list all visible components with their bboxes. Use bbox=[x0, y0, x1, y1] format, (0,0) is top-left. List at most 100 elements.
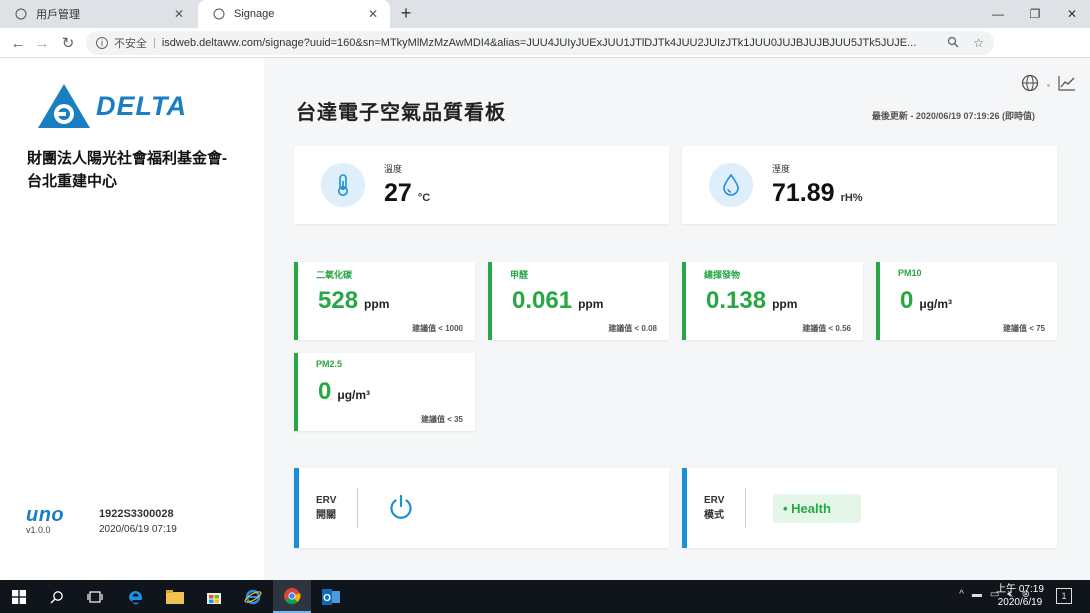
zoom-icon[interactable] bbox=[947, 36, 959, 51]
top-actions bbox=[1021, 74, 1076, 97]
new-tab-button[interactable]: + bbox=[396, 4, 416, 24]
organization-name: 財團法人陽光社會福利基金會-台北重建中心 bbox=[27, 150, 227, 190]
tab-user-management[interactable]: 用戶管理 ✕ bbox=[0, 0, 196, 28]
info-icon[interactable]: i bbox=[96, 37, 108, 49]
erv-label-line2: 開關 bbox=[316, 510, 336, 521]
humidity-card: 溼度 71.89 rH% bbox=[682, 146, 1057, 224]
maximize-button[interactable]: ❐ bbox=[1017, 0, 1053, 28]
taskbar-clock[interactable]: 上午 07:19 2020/6/19 bbox=[990, 583, 1050, 609]
last-update-label: 最後更新 bbox=[871, 111, 908, 121]
metric-unit: μg/m³ bbox=[337, 388, 371, 402]
close-window-button[interactable]: ✕ bbox=[1054, 0, 1090, 28]
metric-value: 0.138 bbox=[706, 287, 767, 314]
outlook-icon[interactable]: O bbox=[312, 580, 350, 613]
search-icon[interactable] bbox=[38, 580, 76, 613]
temperature-label: 溫度 bbox=[384, 164, 403, 174]
store-icon[interactable] bbox=[195, 580, 233, 613]
tab-close-icon[interactable]: ✕ bbox=[172, 7, 186, 21]
windows-start-icon[interactable] bbox=[0, 580, 38, 613]
thermometer-icon bbox=[321, 163, 365, 207]
address-bar[interactable]: i 不安全 | isdweb.deltaww.com/signage?uuid=… bbox=[86, 31, 994, 55]
temperature-unit: °C bbox=[417, 192, 431, 204]
back-arrow-icon[interactable]: ← bbox=[8, 33, 28, 53]
divider bbox=[357, 488, 358, 528]
url-text[interactable]: isdweb.deltaww.com/signage?uuid=160&sn=M… bbox=[162, 37, 933, 49]
security-label: 不安全 bbox=[114, 38, 147, 50]
task-view-icon[interactable] bbox=[76, 580, 114, 613]
windows-taskbar: O ^ ▬ ▭ 🔇︎ ⊗ 上午 07:19 2020/6/19 1 bbox=[0, 580, 1090, 613]
metric-value: 528 bbox=[318, 287, 359, 314]
globe-icon bbox=[212, 7, 226, 21]
erv-label-line1: ERV bbox=[316, 495, 337, 506]
metric-value: 0 bbox=[318, 378, 332, 405]
clock-date: 2020/6/19 bbox=[997, 597, 1043, 608]
metric-suggestion: 建議值 < 0.08 bbox=[608, 324, 657, 333]
file-explorer-icon[interactable] bbox=[156, 580, 194, 613]
last-update: 最後更新 - 2020/06/19 07:19:26 (即時值) bbox=[872, 109, 1035, 122]
delta-triangle-icon bbox=[38, 84, 90, 128]
metric-card-tvoc: 總揮發物 0.138 ppm 建議值 < 0.56 bbox=[682, 262, 863, 340]
minimize-button[interactable]: — bbox=[980, 0, 1016, 28]
erv-mode-status-badge[interactable]: • Health bbox=[773, 494, 861, 523]
metric-label: 總揮發物 bbox=[704, 270, 741, 280]
metric-card-pm25: PM2.5 0 μg/m³ 建議值 < 35 bbox=[294, 353, 475, 431]
network-icon[interactable]: ▬ bbox=[972, 589, 982, 600]
metric-label: PM2.5 bbox=[316, 359, 343, 369]
logo-text: DELTA bbox=[96, 90, 187, 121]
clock-time: 上午 07:19 bbox=[996, 584, 1044, 595]
uno-branding: uno v1.0.0 bbox=[26, 504, 64, 535]
bookmark-star-icon[interactable]: ☆ bbox=[973, 36, 984, 50]
metric-value: 0.061 bbox=[512, 287, 573, 314]
page-title: 台達電子空氣品質看板 bbox=[296, 102, 506, 124]
metric-label: 二氧化碳 bbox=[316, 270, 353, 280]
temperature-value: 27 bbox=[384, 179, 412, 207]
signage-page: DELTA 財團法人陽光社會福利基金會-台北重建中心 uno v1.0.0 19… bbox=[0, 58, 1090, 580]
browser-tab-bar: 用戶管理 ✕ Signage ✕ + — ❐ ✕ bbox=[0, 0, 1090, 28]
erv-label-line2: 模式 bbox=[704, 510, 724, 521]
chrome-icon[interactable] bbox=[273, 580, 311, 613]
metric-suggestion: 建議值 < 0.56 bbox=[802, 324, 851, 333]
language-globe-icon[interactable] bbox=[1021, 74, 1039, 97]
browser-toolbar: ← → ↻ i 不安全 | isdweb.deltaww.com/signage… bbox=[0, 28, 1090, 80]
device-time: 2020/06/19 07:19 bbox=[99, 524, 177, 535]
metric-suggestion: 建議值 < 1000 bbox=[412, 324, 463, 333]
tab-signage[interactable]: Signage ✕ bbox=[198, 0, 390, 28]
chevron-up-icon[interactable]: ^ bbox=[959, 589, 964, 600]
metric-label: 甲醛 bbox=[510, 270, 529, 280]
metric-suggestion: 建議值 < 35 bbox=[420, 415, 463, 424]
tab-close-icon[interactable]: ✕ bbox=[366, 7, 380, 21]
metric-card-co2: 二氧化碳 528 ppm 建議值 < 1000 bbox=[294, 262, 475, 340]
tab-title: 用戶管理 bbox=[36, 9, 80, 21]
notification-center-icon[interactable]: 1 bbox=[1056, 588, 1072, 604]
device-info: 1922S3300028 2020/06/19 07:19 bbox=[99, 506, 177, 538]
main-content: 台達電子空氣品質看板 最後更新 - 2020/06/19 07:19:26 (即… bbox=[264, 58, 1090, 580]
chart-trend-icon[interactable] bbox=[1058, 75, 1076, 96]
internet-explorer-icon[interactable] bbox=[234, 580, 272, 613]
erv-label-line1: ERV bbox=[704, 495, 725, 506]
edge-browser-icon[interactable] bbox=[116, 580, 154, 613]
tab-title: Signage bbox=[234, 8, 275, 20]
metric-value: 0 bbox=[900, 287, 914, 314]
metric-unit: ppm bbox=[772, 297, 798, 311]
metric-card-formaldehyde: 甲醛 0.061 ppm 建議值 < 0.08 bbox=[488, 262, 669, 340]
power-icon[interactable] bbox=[387, 493, 415, 521]
reload-icon[interactable]: ↻ bbox=[58, 33, 78, 53]
erv-switch-card: ERV 開關 bbox=[294, 468, 669, 548]
sidebar: DELTA 財團法人陽光社會福利基金會-台北重建中心 uno v1.0.0 19… bbox=[0, 58, 264, 580]
temperature-card: 溫度 27 °C bbox=[294, 146, 669, 224]
humidity-value: 71.89 bbox=[772, 179, 835, 207]
forward-arrow-icon[interactable]: → bbox=[32, 33, 52, 53]
water-drop-icon bbox=[709, 163, 753, 207]
last-update-value: 2020/06/19 07:19:26 bbox=[915, 111, 1000, 121]
divider bbox=[745, 488, 746, 528]
realtime-label: (即時值) bbox=[1002, 111, 1035, 121]
metric-unit: ppm bbox=[578, 297, 604, 311]
separator-dot bbox=[1047, 84, 1050, 87]
metric-card-pm10: PM10 0 μg/m³ 建議值 < 75 bbox=[876, 262, 1057, 340]
globe-icon bbox=[14, 7, 28, 21]
separator: | bbox=[153, 37, 156, 49]
erv-mode-label: ERV 模式 bbox=[704, 493, 724, 523]
erv-switch-label: ERV 開關 bbox=[316, 493, 336, 523]
svg-text:O: O bbox=[323, 593, 331, 604]
metric-unit: μg/m³ bbox=[919, 297, 953, 311]
